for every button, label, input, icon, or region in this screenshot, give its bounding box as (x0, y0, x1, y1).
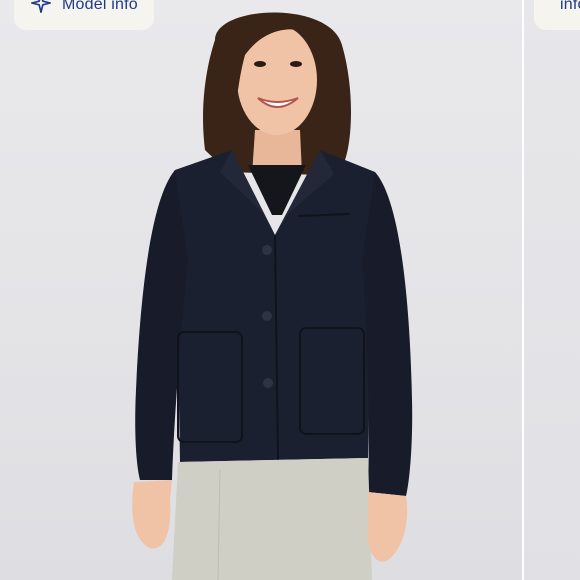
product-image-carousel[interactable]: Model info Model info (0, 0, 580, 580)
model-photo (132, 12, 413, 580)
model-info-label-next: Model info (560, 0, 580, 13)
product-image-main[interactable] (0, 0, 522, 580)
product-image-next[interactable] (524, 0, 580, 580)
model-info-button[interactable]: Model info (14, 0, 154, 30)
model-info-label: Model info (62, 0, 138, 13)
sparkle-icon (31, 0, 51, 13)
model-info-button-next[interactable]: Model info (534, 0, 580, 30)
